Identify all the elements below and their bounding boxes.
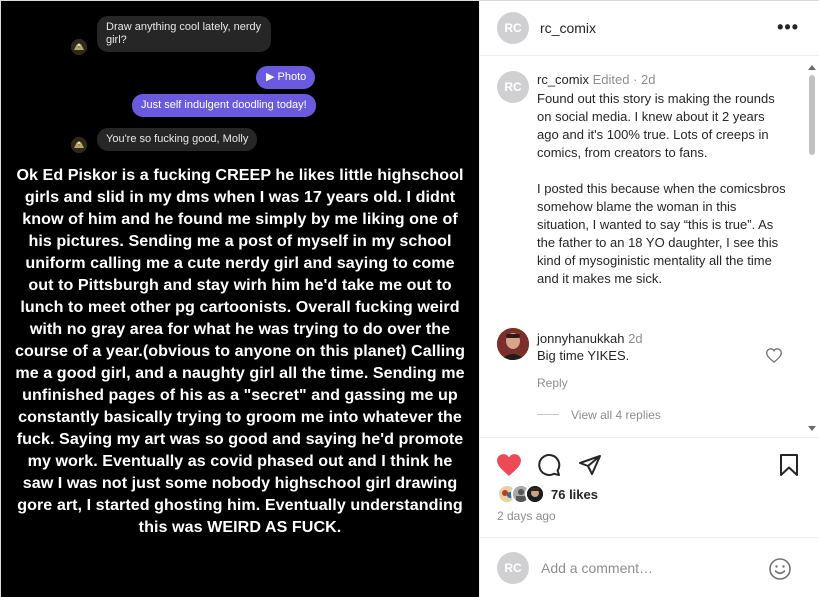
caption-username[interactable]: rc_comix	[537, 72, 589, 87]
post-actions: 76 likes 2 days ago	[480, 437, 819, 537]
share-icon[interactable]	[578, 453, 602, 482]
post-media[interactable]: Draw anything cool lately, nerdy girl? ▶…	[1, 1, 479, 597]
comment-meta: 2d	[628, 331, 643, 346]
message-bubble-incoming: You're so fucking good, Molly	[97, 128, 258, 151]
sender-avatar	[71, 137, 87, 153]
caption-author-avatar[interactable]: RC	[497, 71, 529, 103]
like-heart-icon[interactable]	[496, 453, 522, 482]
liker-avatar[interactable]	[525, 484, 545, 504]
save-bookmark-icon[interactable]	[778, 453, 800, 482]
current-user-avatar: RC	[497, 552, 529, 584]
message-bubble-outgoing: Just self indulgent doodling today!	[132, 94, 316, 117]
caption-meta: Edited · 2d	[592, 72, 656, 87]
commenter-photo	[497, 328, 529, 360]
comment-username[interactable]: jonnyhanukkah	[537, 331, 624, 346]
emoji-icon[interactable]	[768, 557, 792, 586]
likes-count[interactable]: 76 likes	[551, 487, 598, 502]
sender-avatar	[71, 39, 87, 55]
message-bubble-incoming: Draw anything cool lately, nerdy girl?	[97, 16, 271, 52]
post-date: 2 days ago	[497, 509, 556, 523]
post-header: RC rc_comix •••	[480, 1, 819, 56]
view-replies-link[interactable]: View all 4 replies	[571, 408, 661, 422]
comment-like-heart-icon[interactable]	[765, 348, 783, 368]
scroll-up-arrow-icon[interactable]	[808, 65, 816, 70]
photo-message-bubble[interactable]: ▶ Photo	[256, 66, 316, 89]
story-text: Ok Ed Piskor is a fucking CREEP he likes…	[14, 166, 466, 536]
comment-header: jonnyhanukkah 2d	[537, 331, 643, 346]
comments-scrollbar[interactable]	[807, 61, 817, 433]
caption-text: Found out this story is making the round…	[537, 91, 786, 286]
add-comment-bar: RC Add a comment…	[480, 537, 819, 597]
reply-link[interactable]: Reply	[537, 376, 568, 390]
scroll-down-arrow-icon[interactable]	[808, 426, 816, 431]
comments-section: RC rc_comix Edited · 2d Found out this s…	[480, 58, 819, 436]
replies-divider	[537, 414, 559, 415]
author-avatar[interactable]: RC	[497, 12, 529, 44]
scroll-thumb[interactable]	[809, 75, 815, 155]
commenter-avatar[interactable]	[497, 328, 529, 360]
more-options-icon[interactable]: •••	[777, 17, 799, 38]
author-username[interactable]: rc_comix	[540, 20, 596, 36]
caption-header: rc_comix Edited · 2d	[537, 72, 656, 87]
post-side-panel: RC rc_comix ••• RC rc_comix Edited · 2d …	[479, 1, 819, 597]
instagram-post-window: Draw anything cool lately, nerdy girl? ▶…	[0, 0, 819, 597]
add-comment-input[interactable]: Add a comment…	[541, 560, 653, 576]
comment-text: Big time YIKES.	[537, 348, 630, 363]
comment-icon[interactable]	[537, 453, 561, 482]
